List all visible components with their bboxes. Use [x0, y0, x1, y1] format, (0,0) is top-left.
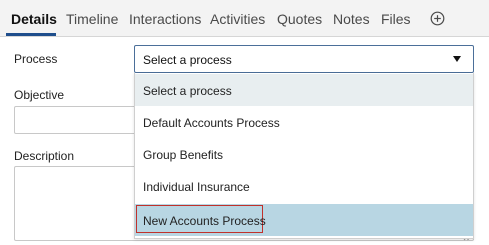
- option-new-accounts-process[interactable]: New Accounts Process: [135, 204, 473, 236]
- tab-activities[interactable]: Activities: [210, 11, 265, 27]
- option-group-benefits[interactable]: Group Benefits: [135, 138, 473, 170]
- description-label: Description: [14, 149, 75, 163]
- process-select[interactable]: Select a process: [134, 45, 474, 73]
- objective-label: Objective: [14, 88, 65, 102]
- process-dropdown-list: Select a process Default Accounts Proces…: [134, 73, 474, 239]
- active-tab-indicator: [6, 33, 56, 36]
- plus-circle-icon[interactable]: [430, 11, 445, 26]
- tab-timeline[interactable]: Timeline: [66, 11, 118, 27]
- option-individual-insurance[interactable]: Individual Insurance: [135, 170, 473, 202]
- option-default-accounts-process[interactable]: Default Accounts Process: [135, 106, 473, 138]
- process-label: Process: [14, 52, 58, 66]
- tab-details[interactable]: Details: [11, 11, 57, 27]
- tab-interactions[interactable]: Interactions: [129, 11, 201, 27]
- option-select-a-process[interactable]: Select a process: [135, 74, 473, 106]
- tab-quotes[interactable]: Quotes: [277, 11, 322, 27]
- tab-bar: Details Timeline Interactions Activities…: [0, 0, 489, 37]
- caret-down-icon: [453, 56, 461, 62]
- process-select-value: Select a process: [143, 53, 232, 67]
- tab-files[interactable]: Files: [381, 11, 411, 27]
- tab-notes[interactable]: Notes: [333, 11, 370, 27]
